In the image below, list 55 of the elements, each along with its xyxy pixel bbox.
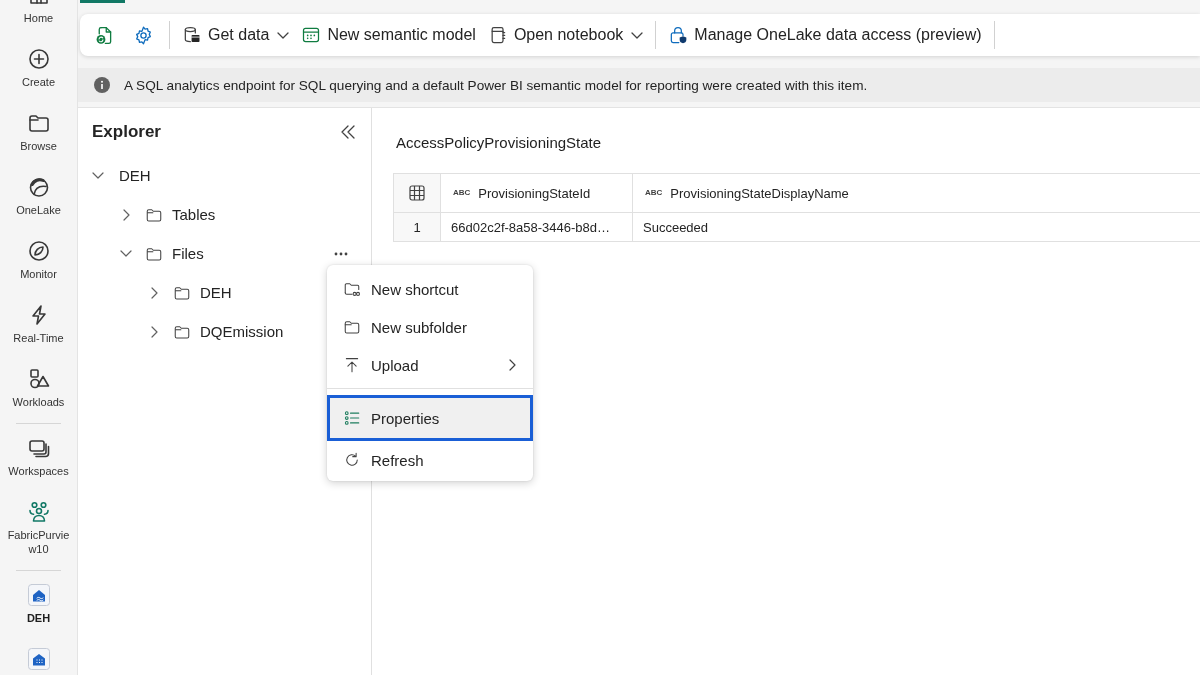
tree-item[interactable]: DEH	[173, 283, 232, 302]
tab-underline	[80, 0, 125, 3]
menu-item[interactable]: Upload	[327, 346, 533, 384]
nav-item[interactable]: FabricPurview10	[0, 490, 77, 568]
nav-item[interactable]: Browse	[0, 101, 77, 165]
menu-item[interactable]: Refresh	[327, 441, 533, 479]
people-icon	[26, 500, 51, 524]
column-header[interactable]: ProvisioningStateId	[478, 185, 591, 201]
chevron-down-icon[interactable]	[120, 250, 132, 257]
plus-circle-icon	[26, 47, 51, 71]
folder-link-icon	[343, 280, 361, 298]
settings-icon[interactable]	[133, 24, 154, 46]
column-header[interactable]: ProvisioningStateDisplayName	[670, 185, 849, 201]
tree-item[interactable]: Tables	[145, 205, 216, 224]
toolbar-button[interactable]: Open notebook	[481, 19, 650, 51]
nav-item[interactable]: Create	[0, 37, 77, 101]
chevron-right-icon[interactable]	[122, 208, 130, 221]
calendar-icon	[301, 25, 322, 45]
database-icon	[182, 25, 202, 45]
chevron-down-icon[interactable]	[92, 172, 104, 179]
nav-item[interactable]: Workloads	[0, 357, 77, 421]
nav-item[interactable]: DEH	[0, 573, 77, 637]
table-title: AccessPolicyProvisioningState	[396, 133, 602, 153]
chevron-right-icon[interactable]	[150, 325, 158, 338]
tree-item[interactable]: DQEmission	[173, 322, 284, 341]
table-icon[interactable]	[409, 185, 425, 202]
row-number: 1	[393, 212, 441, 242]
nav-item[interactable]: Real-Time	[0, 293, 77, 357]
data-type-label: ABC	[645, 187, 663, 197]
collapse-icon[interactable]	[341, 125, 355, 139]
info-icon	[94, 77, 110, 93]
menu-item[interactable]: New shortcut	[327, 270, 533, 308]
nav-item[interactable]: Home	[0, 0, 77, 37]
lock-shield-icon	[668, 25, 689, 45]
toolbar-button[interactable]: New semantic model	[295, 19, 482, 51]
nav-item[interactable]: Workspaces	[0, 426, 77, 490]
nav-item[interactable]: Monitor	[0, 229, 77, 293]
list-icon	[343, 409, 361, 427]
refresh-icon	[343, 451, 361, 469]
leaf-circle-icon	[26, 239, 51, 263]
tree-item[interactable]: Files	[145, 244, 204, 263]
more-icon[interactable]	[334, 251, 348, 256]
folder-icon	[343, 318, 361, 336]
nav-item[interactable]: OneLake	[0, 165, 77, 229]
toolbar-button[interactable]: Manage OneLake data access (preview)	[662, 19, 988, 51]
table-cell: 66d02c2f-8a58-3446-b8d…	[440, 212, 633, 242]
building-tile-icon[interactable]	[26, 647, 51, 671]
chevron-right-icon[interactable]	[150, 286, 158, 299]
menu-item[interactable]: Properties	[327, 395, 533, 441]
menu-item[interactable]: New subfolder	[327, 308, 533, 346]
house-tile-icon	[26, 583, 51, 607]
info-message: A SQL analytics endpoint for SQL querying and a default Power BI semantic model for reporting were created with this item.	[124, 77, 868, 93]
data-type-label: ABC	[453, 187, 471, 197]
toolbar-button[interactable]: Get data	[176, 19, 296, 51]
upload-icon	[343, 356, 361, 374]
